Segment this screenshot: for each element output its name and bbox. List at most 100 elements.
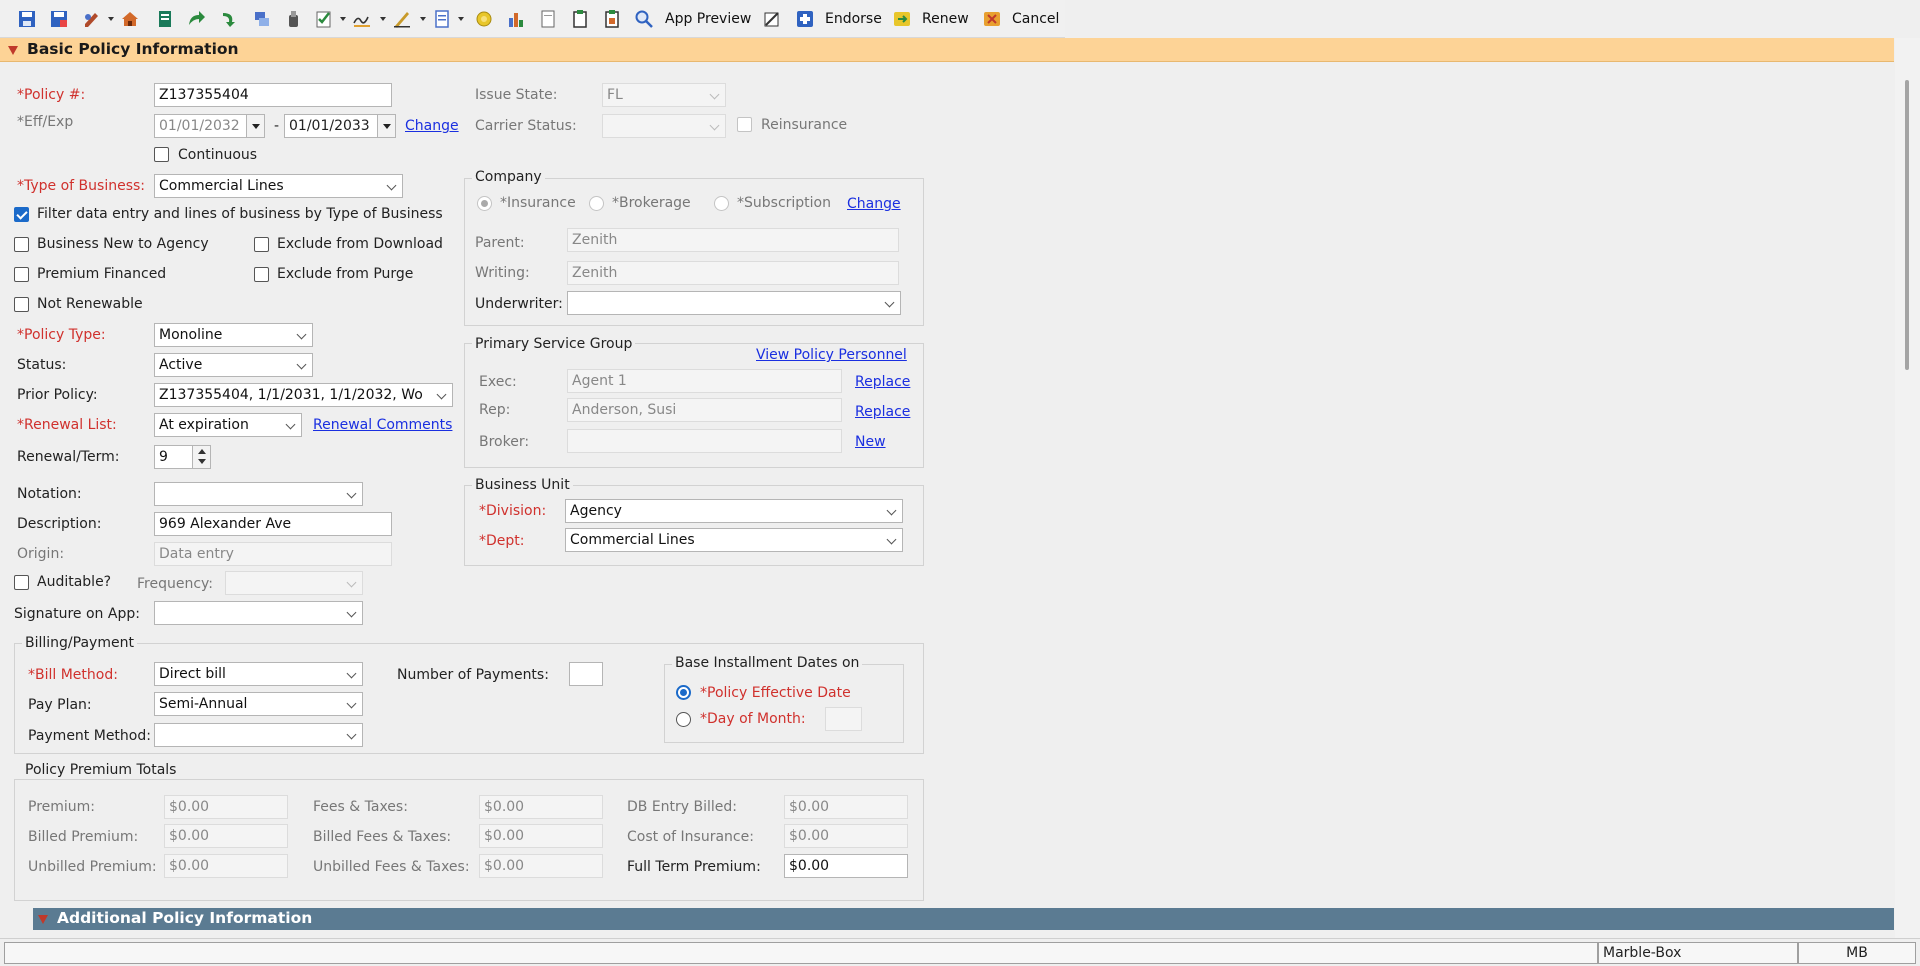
- ledger-icon[interactable]: [155, 9, 175, 29]
- endorse-plus-icon[interactable]: [795, 9, 815, 29]
- save-icon[interactable]: [17, 9, 37, 29]
- chevron-down-icon[interactable]: [340, 17, 346, 21]
- expiration-date-value: 01/01/2033: [289, 118, 370, 134]
- auditable-checkbox[interactable]: [14, 575, 29, 590]
- redo-icon[interactable]: [218, 9, 238, 29]
- unbilled-premium-label: Unbilled Premium:: [28, 859, 157, 875]
- day-of-month-radio[interactable]: [676, 712, 691, 727]
- premium-financed-checkbox[interactable]: [14, 267, 29, 282]
- endorse-icon[interactable]: [762, 9, 782, 29]
- page-icon[interactable]: [538, 9, 558, 29]
- pen-icon[interactable]: [392, 9, 412, 29]
- additional-policy-header[interactable]: Additional Policy Information: [33, 908, 1894, 930]
- effective-date-value: 01/01/2032: [159, 118, 240, 134]
- premium-totals-title: Policy Premium Totals: [22, 762, 180, 778]
- app-preview-button[interactable]: App Preview: [665, 11, 751, 27]
- policy-number-label: *Policy #:: [17, 87, 86, 103]
- description-label: Description:: [17, 516, 102, 532]
- renewal-list-select[interactable]: At expiration: [154, 413, 302, 437]
- expiration-date-picker[interactable]: 01/01/2033: [284, 114, 396, 138]
- num-payments-input[interactable]: [569, 662, 603, 686]
- description-input[interactable]: 969 Alexander Ave: [154, 512, 392, 536]
- forward-icon[interactable]: [186, 9, 206, 29]
- change-company-link[interactable]: Change: [847, 196, 901, 212]
- checklist-icon[interactable]: [314, 9, 334, 29]
- basic-policy-header[interactable]: Basic Policy Information: [0, 38, 1894, 62]
- not-renewable-checkbox[interactable]: [14, 297, 29, 312]
- signature-label: Signature on App:: [14, 606, 140, 622]
- db-entry-billed-value: $0.00: [784, 795, 908, 819]
- stepper-buttons[interactable]: [192, 446, 210, 468]
- renew-button[interactable]: Renew: [922, 11, 969, 27]
- carrier-status-select: [602, 114, 726, 138]
- save-as-icon[interactable]: [49, 9, 69, 29]
- signature-select[interactable]: [154, 601, 363, 625]
- endorse-button[interactable]: Endorse: [825, 11, 882, 27]
- exclude-purge-checkbox[interactable]: [254, 267, 269, 282]
- copy-icon[interactable]: [570, 9, 590, 29]
- stepper-up-icon[interactable]: [198, 449, 206, 454]
- unbilled-fees-label: Unbilled Fees & Taxes:: [313, 859, 470, 875]
- underwriter-select[interactable]: [567, 291, 901, 315]
- notation-select[interactable]: [154, 482, 363, 506]
- chevron-down-icon[interactable]: [108, 17, 114, 21]
- cancel-icon[interactable]: [982, 9, 1002, 29]
- change-dates-link[interactable]: Change: [405, 118, 459, 134]
- home-icon[interactable]: [120, 9, 140, 29]
- pay-plan-select[interactable]: Semi-Annual: [154, 692, 363, 716]
- effective-date-picker[interactable]: 01/01/2032: [154, 114, 265, 138]
- policy-effective-date-radio[interactable]: [676, 685, 691, 700]
- document-icon[interactable]: [432, 9, 452, 29]
- collapse-triangle-icon[interactable]: [8, 46, 18, 55]
- chevron-down-icon[interactable]: [377, 115, 395, 137]
- continuous-checkbox[interactable]: [154, 147, 169, 162]
- chevron-down-icon[interactable]: [420, 17, 426, 21]
- full-term-premium-input[interactable]: $0.00: [784, 854, 908, 878]
- unbilled-premium-value: $0.00: [164, 854, 288, 878]
- bill-method-select[interactable]: Direct bill: [154, 662, 363, 686]
- chevron-down-icon[interactable]: [246, 115, 264, 137]
- division-select[interactable]: Agency: [565, 499, 903, 523]
- payment-method-label: Payment Method:: [28, 728, 151, 744]
- new-broker-link[interactable]: New: [855, 434, 886, 450]
- prior-policy-select[interactable]: Z137355404, 1/1/2031, 1/1/2032, Wo: [154, 383, 453, 407]
- db-entry-billed-label: DB Entry Billed:: [627, 799, 738, 815]
- renewal-term-stepper[interactable]: 9: [154, 445, 211, 469]
- division-label: *Division:: [479, 503, 547, 519]
- chevron-down-icon[interactable]: [380, 17, 386, 21]
- renewal-comments-link[interactable]: Renewal Comments: [313, 417, 452, 433]
- filter-checkbox[interactable]: [14, 207, 29, 222]
- collapse-triangle-icon[interactable]: [38, 915, 48, 924]
- type-of-business-select[interactable]: Commercial Lines: [154, 174, 403, 198]
- payment-method-select[interactable]: [154, 723, 363, 747]
- view-policy-personnel-link[interactable]: View Policy Personnel: [756, 347, 907, 363]
- coin-icon[interactable]: [474, 9, 494, 29]
- transfer-icon[interactable]: [252, 9, 272, 29]
- policy-number-input[interactable]: Z137355404: [154, 83, 392, 107]
- dept-select[interactable]: Commercial Lines: [565, 528, 903, 552]
- chart-icon[interactable]: [506, 9, 526, 29]
- vertical-scrollbar[interactable]: [1895, 38, 1920, 938]
- replace-rep-link[interactable]: Replace: [855, 404, 910, 420]
- status-select[interactable]: Active: [154, 353, 313, 377]
- scrollbar-thumb[interactable]: [1905, 80, 1909, 370]
- chevron-down-icon[interactable]: [458, 17, 464, 21]
- paste-icon[interactable]: [602, 9, 622, 29]
- exclude-download-checkbox[interactable]: [254, 237, 269, 252]
- signature-icon[interactable]: [352, 9, 372, 29]
- writing-input: Zenith: [567, 261, 899, 285]
- policy-type-select[interactable]: Monoline: [154, 323, 313, 347]
- app-preview-icon[interactable]: [634, 9, 654, 29]
- not-renewable-label: Not Renewable: [37, 296, 143, 312]
- edit-icon[interactable]: [82, 9, 102, 29]
- rep-label: Rep:: [479, 402, 511, 418]
- dept-label: *Dept:: [479, 533, 525, 549]
- exec-input: Agent 1: [567, 369, 842, 393]
- replace-exec-link[interactable]: Replace: [855, 374, 910, 390]
- renew-icon[interactable]: [892, 9, 912, 29]
- stepper-down-icon[interactable]: [198, 459, 206, 464]
- cancel-button[interactable]: Cancel: [1012, 11, 1059, 27]
- attach-icon[interactable]: [283, 9, 303, 29]
- new-to-agency-checkbox[interactable]: [14, 237, 29, 252]
- section-title: Basic Policy Information: [27, 40, 239, 58]
